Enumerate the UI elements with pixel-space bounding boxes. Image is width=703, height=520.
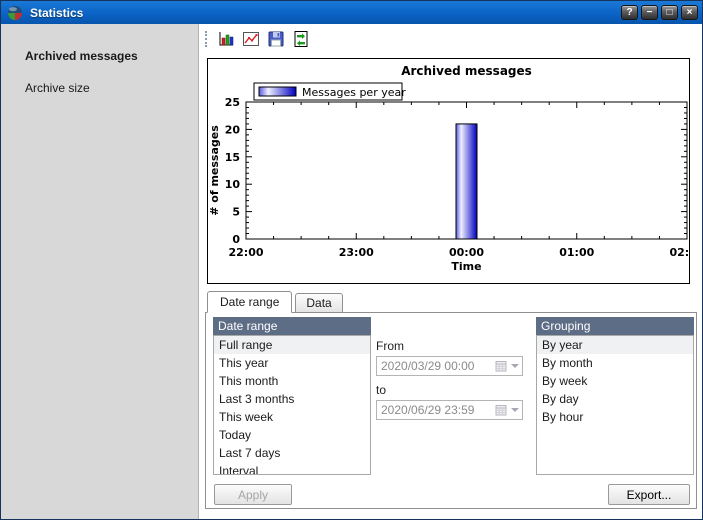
svg-text:01:00: 01:00	[559, 246, 594, 259]
tab-strip: Date rangeData	[205, 291, 697, 312]
list-item[interactable]: By week	[537, 372, 693, 390]
app-pie-icon	[7, 5, 23, 21]
interval-section: From 2020/03/29 00:00	[376, 339, 526, 427]
list-item[interactable]: By year	[537, 336, 693, 354]
list-item[interactable]: This week	[214, 408, 370, 426]
apply-button[interactable]: Apply	[214, 484, 292, 505]
dropdown-arrow-icon[interactable]	[511, 408, 519, 412]
export-button[interactable]: Export...	[608, 484, 690, 505]
svg-text:Messages per year: Messages per year	[302, 86, 406, 99]
sidebar-item-archive-size[interactable]: Archive size	[1, 76, 198, 100]
svg-text:10: 10	[225, 178, 241, 191]
svg-text:15: 15	[225, 151, 240, 164]
from-date-value: 2020/03/29 00:00	[381, 359, 495, 373]
archived-messages-chart: Archived messages Messages per year 0 5 10 15…	[207, 58, 690, 284]
svg-text:02:00: 02:00	[669, 246, 689, 259]
date-range-header: Date range	[213, 317, 371, 335]
svg-text:Time: Time	[451, 260, 481, 273]
statistics-window: Statistics ?−□× Archived messagesArchive…	[0, 0, 703, 520]
calendar-icon[interactable]	[495, 360, 507, 372]
line-chart-icon[interactable]	[240, 28, 262, 50]
list-item[interactable]: Full range	[214, 336, 370, 354]
list-item[interactable]: Today	[214, 426, 370, 444]
list-item[interactable]: By day	[537, 390, 693, 408]
toolbar	[199, 24, 702, 52]
svg-text:00:00: 00:00	[449, 246, 484, 259]
list-item[interactable]: By month	[537, 354, 693, 372]
svg-text:5: 5	[232, 206, 240, 219]
dropdown-arrow-icon[interactable]	[511, 364, 519, 368]
titlebar: Statistics ?−□×	[1, 1, 702, 24]
to-date-input[interactable]: 2020/06/29 23:59	[376, 400, 523, 420]
bar-chart-icon[interactable]	[215, 28, 237, 50]
list-item[interactable]: Last 3 months	[214, 390, 370, 408]
toolbar-gripper[interactable]	[205, 31, 207, 47]
main-area: Archived messages Messages per year 0 5 10 15…	[199, 24, 702, 519]
list-item[interactable]: This year	[214, 354, 370, 372]
help-button[interactable]: ?	[621, 5, 638, 20]
grouping-section: Grouping By yearBy monthBy weekBy dayBy …	[536, 317, 694, 475]
svg-text:20: 20	[225, 123, 241, 136]
maximize-button[interactable]: □	[661, 5, 678, 20]
list-item[interactable]: Interval	[214, 462, 370, 475]
svg-text:0: 0	[232, 233, 240, 246]
minimize-button[interactable]: −	[641, 5, 658, 20]
to-label: to	[376, 383, 526, 397]
chart-canvas: Archived messages Messages per year 0 5 10 15…	[208, 59, 689, 283]
save-icon[interactable]	[265, 28, 287, 50]
titlebar-controls: ?−□×	[618, 5, 698, 20]
from-date-input[interactable]: 2020/03/29 00:00	[376, 356, 523, 376]
svg-text:Archived messages: Archived messages	[401, 64, 532, 78]
window-title: Statistics	[30, 6, 618, 20]
close-button[interactable]: ×	[681, 5, 698, 20]
grouping-header: Grouping	[536, 317, 694, 335]
sidebar: Archived messages Archive size	[1, 24, 199, 519]
grouping-list: By yearBy monthBy weekBy dayBy hour	[536, 335, 694, 475]
date-range-section: Date range Full rangeThis yearThis month…	[213, 317, 371, 475]
window-body: Archived messages Archive size	[1, 24, 702, 519]
list-item[interactable]: This month	[214, 372, 370, 390]
to-date-value: 2020/06/29 23:59	[381, 403, 495, 417]
from-label: From	[376, 339, 526, 353]
date-range-list: Full rangeThis yearThis monthLast 3 mont…	[213, 335, 371, 475]
date-range-tab-content: Date range Full rangeThis yearThis month…	[205, 312, 697, 509]
export-data-icon[interactable]	[290, 28, 312, 50]
svg-text:25: 25	[225, 96, 240, 109]
sidebar-item-archived-messages[interactable]: Archived messages	[1, 44, 198, 68]
tab-data[interactable]: Data	[295, 293, 342, 312]
svg-text:22:00: 22:00	[228, 246, 263, 259]
svg-text:23:00: 23:00	[339, 246, 374, 259]
svg-text:# of messages: # of messages	[208, 125, 221, 216]
tab-date-range[interactable]: Date range	[207, 291, 292, 313]
list-item[interactable]: Last 7 days	[214, 444, 370, 462]
calendar-icon[interactable]	[495, 404, 507, 416]
settings-tab-panel: Date rangeData Date range Full rangeThis…	[205, 291, 697, 509]
list-item[interactable]: By hour	[537, 408, 693, 426]
